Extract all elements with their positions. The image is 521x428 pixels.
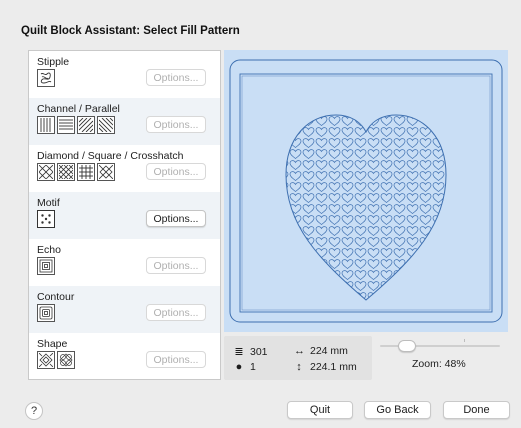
- zoom-slider-handle[interactable]: [398, 340, 416, 352]
- shape-diamond-icon[interactable]: [37, 351, 55, 369]
- contour-icon[interactable]: [37, 304, 55, 322]
- echo-options-button[interactable]: Options...: [146, 257, 206, 274]
- echo-icon[interactable]: [37, 257, 55, 275]
- color-count: 1: [250, 361, 256, 373]
- diamond-outline-icon[interactable]: [97, 163, 115, 181]
- motif-icon[interactable]: [37, 210, 55, 228]
- motif-options-button[interactable]: Options...: [146, 210, 206, 227]
- quilt-block-preview: [229, 59, 503, 323]
- design-stats: ≣ 301 ↔ 224 mm ● 1 ↕ 224.1 mm: [224, 336, 372, 380]
- help-button[interactable]: ?: [25, 402, 43, 420]
- diagonal-lines-icon[interactable]: [77, 116, 95, 134]
- pattern-label: Motif: [37, 197, 60, 209]
- pattern-label: Stipple: [37, 56, 70, 68]
- height-icon: ↕: [296, 361, 302, 373]
- diamond-icon[interactable]: [37, 163, 55, 181]
- design-width: 224 mm: [310, 345, 348, 357]
- pattern-diamond-square-crosshatch: Diamond / Square / Crosshatch Options...: [29, 145, 220, 192]
- dialog-title: Quilt Block Assistant: Select Fill Patte…: [21, 25, 240, 37]
- pattern-label: Channel / Parallel: [37, 103, 120, 115]
- heart-motif-fill: [286, 115, 446, 300]
- stitch-count-icon: ≣: [234, 346, 244, 358]
- pattern-preview: [224, 50, 508, 332]
- channel-options-button[interactable]: Options...: [146, 116, 206, 133]
- done-button[interactable]: Done: [443, 401, 510, 419]
- pattern-echo: Echo Options...: [29, 239, 220, 286]
- pattern-channel-parallel: Channel / Parallel Options...: [29, 98, 220, 145]
- diamond-options-button[interactable]: Options...: [146, 163, 206, 180]
- diagonal-lines-reverse-icon[interactable]: [97, 116, 115, 134]
- pattern-label: Diamond / Square / Crosshatch: [37, 150, 184, 162]
- go-back-button[interactable]: Go Back: [364, 401, 431, 419]
- design-height: 224.1 mm: [310, 361, 357, 373]
- stitch-count: 301: [250, 345, 268, 358]
- stipple-options-button[interactable]: Options...: [146, 69, 206, 86]
- grid-icon[interactable]: [77, 163, 95, 181]
- zoom-slider-tick: [464, 339, 465, 342]
- pattern-label: Contour: [37, 291, 75, 303]
- shape-circles-icon[interactable]: [57, 351, 75, 369]
- pattern-label: Echo: [37, 244, 61, 256]
- pattern-contour: Contour Options...: [29, 286, 220, 333]
- color-count-icon: ●: [235, 361, 243, 373]
- shape-options-button[interactable]: Options...: [146, 351, 206, 368]
- contour-options-button[interactable]: Options...: [146, 304, 206, 321]
- width-icon: ↔: [294, 345, 305, 357]
- stipple-icon[interactable]: [37, 69, 55, 87]
- pattern-shape: Shape Options...: [29, 333, 220, 380]
- zoom-label: Zoom: 48%: [412, 358, 466, 370]
- vertical-lines-icon[interactable]: [37, 116, 55, 134]
- pattern-list: Stipple Options... Channel / Parallel Op…: [28, 50, 221, 380]
- pattern-stipple: Stipple Options...: [29, 51, 220, 98]
- pattern-label: Shape: [37, 338, 68, 350]
- quit-button[interactable]: Quit: [287, 401, 353, 419]
- horizontal-lines-icon[interactable]: [57, 116, 75, 134]
- pattern-motif: Motif Options...: [29, 192, 220, 239]
- crosshatch-diagonal-icon[interactable]: [57, 163, 75, 181]
